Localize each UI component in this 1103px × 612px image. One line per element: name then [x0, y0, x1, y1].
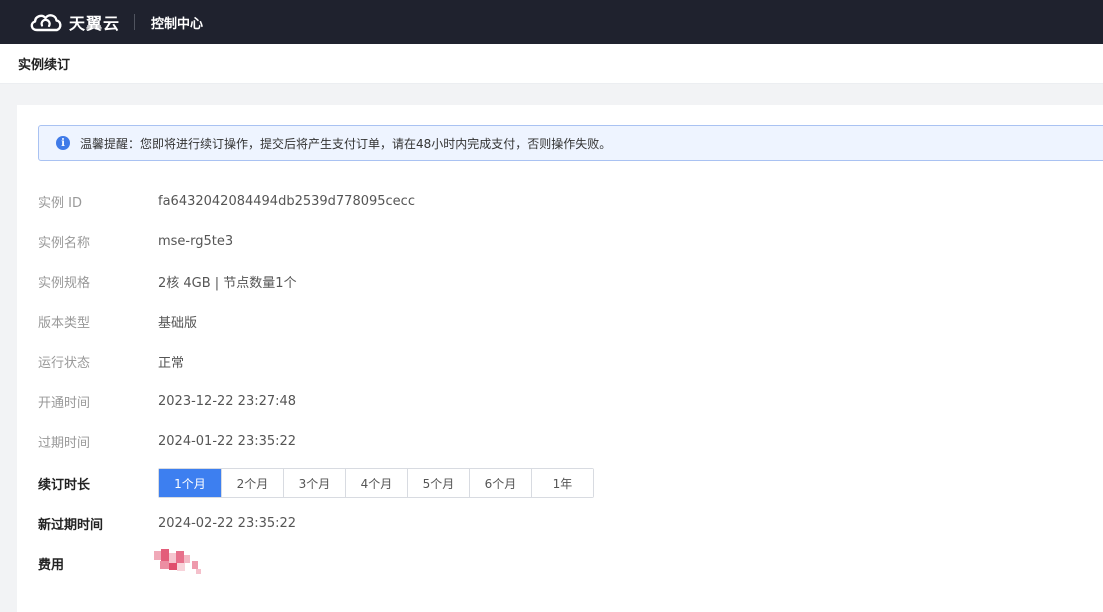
label-instance-name: 实例名称	[38, 235, 91, 251]
nav-divider	[134, 14, 136, 30]
value-edition: 基础版	[158, 315, 198, 331]
value-instance-name: mse-rg5te3	[158, 233, 234, 249]
row-open-time: 开通时间 2023-12-22 23:27:48	[38, 391, 296, 411]
value-instance-id: fa6432042084494db2539d778095cecc	[158, 193, 415, 209]
brand-name: 天翼云	[69, 14, 121, 33]
duration-option[interactable]: 5个月	[407, 469, 469, 497]
notice-text: 温馨提醒：您即将进行续订操作，提交后将产生支付订单，请在48小时内完成支付，否则…	[80, 136, 612, 151]
duration-option[interactable]: 6个月	[469, 469, 531, 497]
value-new-expire-time: 2024-02-22 23:35:22	[158, 515, 297, 531]
cloud-logo-icon	[30, 14, 62, 32]
duration-option[interactable]: 1年	[531, 469, 593, 497]
page-header: 实例续订	[0, 44, 1103, 84]
label-instance-id: 实例 ID	[38, 195, 82, 211]
value-open-time: 2023-12-22 23:27:48	[158, 393, 297, 409]
page-title: 实例续订	[18, 58, 71, 73]
row-instance-id: 实例 ID fa6432042084494db2539d778095cecc	[38, 191, 415, 211]
label-instance-spec: 实例规格	[38, 275, 91, 291]
row-new-expire-time: 新过期时间 2024-02-22 23:35:22	[38, 513, 296, 533]
brand[interactable]: 天翼云	[28, 10, 120, 34]
label-fee: 费用	[38, 557, 65, 573]
info-icon: i	[56, 136, 70, 150]
value-instance-spec: 2核 4GB | 节点数量1个	[158, 275, 297, 291]
duration-option[interactable]: 4个月	[345, 469, 407, 497]
label-new-expire-time: 新过期时间	[38, 517, 104, 533]
fee-amount-redacted	[154, 549, 202, 577]
label-renewal-duration: 续订时长	[38, 477, 91, 493]
label-open-time: 开通时间	[38, 395, 91, 411]
row-fee: 费用	[38, 549, 202, 577]
top-nav-bar: 天翼云 控制中心	[0, 0, 1103, 44]
renewal-duration-selector: 1个月 2个月 3个月 4个月 5个月 6个月 1年	[158, 468, 594, 498]
row-edition: 版本类型 基础版	[38, 311, 197, 331]
console-link[interactable]: 控制中心	[151, 13, 203, 32]
row-renewal-duration: 续订时长 1个月 2个月 3个月 4个月 5个月 6个月 1年	[38, 468, 594, 498]
row-expire-time: 过期时间 2024-01-22 23:35:22	[38, 431, 296, 451]
row-instance-name: 实例名称 mse-rg5te3	[38, 231, 233, 251]
duration-option[interactable]: 1个月	[159, 469, 221, 497]
label-status: 运行状态	[38, 355, 91, 371]
duration-option[interactable]: 3个月	[283, 469, 345, 497]
row-status: 运行状态 正常	[38, 351, 184, 371]
row-instance-spec: 实例规格 2核 4GB | 节点数量1个	[38, 271, 297, 291]
label-expire-time: 过期时间	[38, 435, 91, 451]
value-status: 正常	[158, 355, 185, 371]
label-edition: 版本类型	[38, 315, 91, 331]
renewal-form: i 温馨提醒：您即将进行续订操作，提交后将产生支付订单，请在48小时内完成支付，…	[17, 105, 1103, 612]
value-expire-time: 2024-01-22 23:35:22	[158, 433, 297, 449]
duration-option[interactable]: 2个月	[221, 469, 283, 497]
notice-banner: i 温馨提醒：您即将进行续订操作，提交后将产生支付订单，请在48小时内完成支付，…	[38, 125, 1103, 161]
